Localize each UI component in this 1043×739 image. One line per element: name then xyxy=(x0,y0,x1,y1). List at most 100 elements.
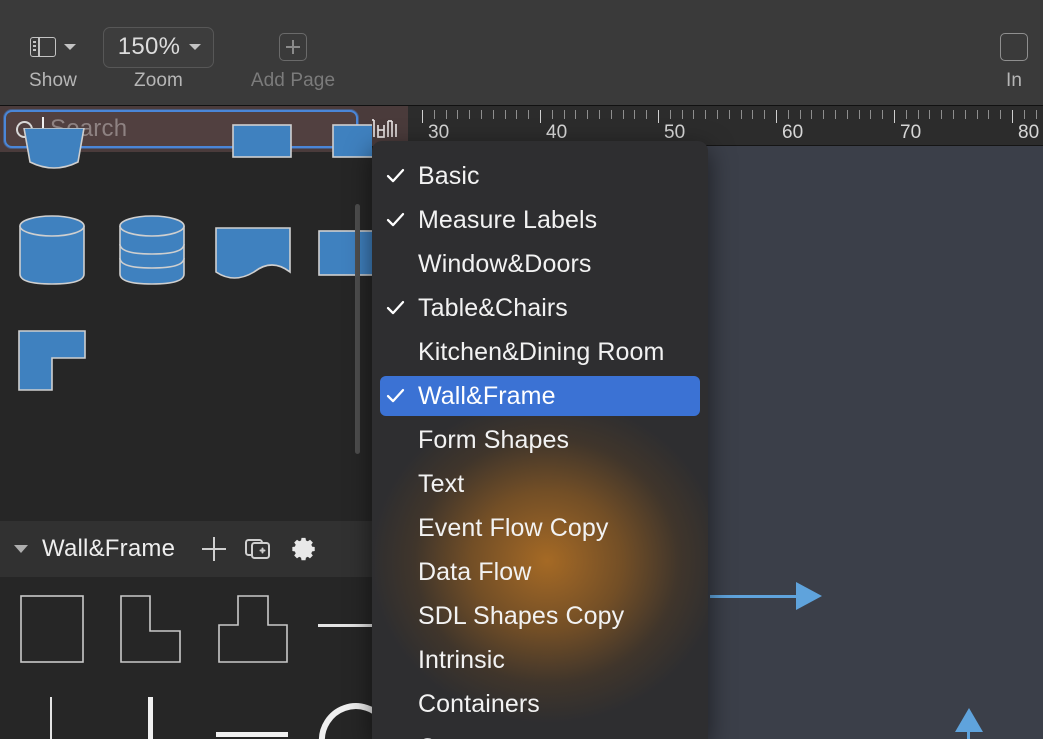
arc-wall-shape[interactable] xyxy=(318,701,372,739)
horizontal-wall-shape[interactable] xyxy=(318,619,372,633)
stacked-cylinder-shape[interactable] xyxy=(118,214,188,286)
chevron-down-icon[interactable] xyxy=(189,43,202,50)
menu-item[interactable]: Form Shapes xyxy=(372,418,708,462)
ruler-minor-tick xyxy=(858,110,860,119)
ruler-minor-tick xyxy=(787,110,789,119)
ruler-minor-tick xyxy=(516,110,518,119)
check-icon xyxy=(386,167,405,186)
check-icon xyxy=(386,211,405,230)
inspector-icon[interactable] xyxy=(1000,33,1028,61)
ruler-major-tick xyxy=(658,110,659,123)
cylinder-shape[interactable] xyxy=(18,214,88,286)
ruler-tick-label: 60 xyxy=(782,122,804,143)
ruler-minor-tick xyxy=(705,110,707,119)
ruler-minor-tick xyxy=(870,110,872,119)
ruler-minor-tick xyxy=(717,110,718,119)
toolbar-add-page-label: Add Page xyxy=(250,70,336,91)
ruler-minor-tick xyxy=(953,110,954,119)
toolbar-inspector-group[interactable]: In xyxy=(979,24,1043,92)
ruler-minor-tick xyxy=(728,110,730,119)
ruler-minor-tick xyxy=(811,110,813,119)
document-shape[interactable] xyxy=(214,226,292,284)
zoom-value: 150% xyxy=(117,32,181,60)
ruler-minor-tick xyxy=(469,110,471,119)
menu-item[interactable]: Event Flow Copy xyxy=(372,506,708,550)
menu-item[interactable]: Text xyxy=(372,462,708,506)
ruler-minor-tick xyxy=(799,110,801,119)
menu-item[interactable]: Containers xyxy=(372,682,708,726)
ruler-minor-tick xyxy=(752,110,754,119)
trapezoid-shape[interactable] xyxy=(18,128,90,186)
ruler-minor-tick xyxy=(941,110,943,119)
shape-grid-wall-frame[interactable] xyxy=(0,577,372,739)
ruler-minor-tick xyxy=(835,110,836,119)
duplicate-icon[interactable] xyxy=(243,534,273,564)
shape-library-panel[interactable]: Search Wall&Frame xyxy=(0,106,372,739)
chevron-down-icon[interactable] xyxy=(14,545,28,553)
ruler-minor-tick xyxy=(646,110,648,119)
rectangle-shape-cut[interactable] xyxy=(232,124,292,160)
shape-library-icon[interactable] xyxy=(368,117,400,139)
ruler-major-tick xyxy=(1012,110,1013,123)
rectangle-frame-shape[interactable] xyxy=(20,595,84,663)
ruler-minor-tick xyxy=(551,110,553,119)
ruler-minor-tick xyxy=(634,110,636,119)
zoom-dropdown[interactable]: 150% xyxy=(102,26,215,68)
sidebar-toggle-icon[interactable] xyxy=(30,37,56,57)
ruler-minor-tick xyxy=(740,110,742,119)
ruler-minor-tick xyxy=(917,110,919,119)
toolbar-zoom-label: Zoom xyxy=(134,70,183,91)
l-wall-shape[interactable] xyxy=(120,595,184,663)
menu-item-label: Intrinsic xyxy=(418,645,506,674)
menu-item-label: Table&Chairs xyxy=(418,293,568,322)
l-shape[interactable] xyxy=(18,330,88,392)
ruler-minor-tick xyxy=(882,110,884,119)
incoming-arrow-line xyxy=(710,595,802,598)
shape-grid-previous-section[interactable] xyxy=(0,124,372,454)
menu-item-label: Form Shapes xyxy=(418,425,570,454)
chevron-down-icon[interactable] xyxy=(64,44,76,50)
menu-item-label: SDL Shapes Copy xyxy=(418,601,625,630)
menu-item[interactable]: Basic xyxy=(372,154,708,198)
menu-item[interactable]: Wall&Frame xyxy=(372,374,708,418)
ruler-minor-tick xyxy=(587,110,589,119)
incoming-arrow-head xyxy=(796,582,822,610)
menu-item[interactable]: Connectors xyxy=(372,726,708,739)
menu-item-list[interactable]: Basic Measure Labels Window&Doors Table&Cha… xyxy=(372,154,708,739)
library-scrollbar-thumb[interactable] xyxy=(355,204,360,454)
gear-icon[interactable] xyxy=(289,534,319,564)
menu-item[interactable]: Window&Doors xyxy=(372,242,708,286)
toolbar-add-page-group[interactable]: Add Page xyxy=(224,24,362,92)
ruler-major-tick xyxy=(894,110,895,123)
vertical-wall-thick-shape[interactable] xyxy=(143,697,159,739)
menu-item[interactable]: Intrinsic xyxy=(372,638,708,682)
ruler-minor-tick xyxy=(976,110,978,119)
menu-item[interactable]: Data Flow xyxy=(372,550,708,594)
check-icon xyxy=(386,299,405,318)
ruler-minor-tick xyxy=(575,110,577,119)
horizontal-wall-thick-shape[interactable] xyxy=(216,727,288,739)
menu-item[interactable]: SDL Shapes Copy xyxy=(372,594,708,638)
library-section-header-wall-frame[interactable]: Wall&Frame xyxy=(0,521,372,577)
menu-item[interactable]: Kitchen&Dining Room xyxy=(372,330,708,374)
plus-square-icon[interactable] xyxy=(279,33,307,61)
library-section-title: Wall&Frame xyxy=(42,535,176,562)
menu-item-label: Kitchen&Dining Room xyxy=(418,337,665,366)
menu-item[interactable]: Measure Labels xyxy=(372,198,708,242)
library-selection-menu[interactable]: Basic Measure Labels Window&Doors Table&Cha… xyxy=(372,141,708,739)
plus-icon[interactable] xyxy=(199,534,229,564)
t-wall-shape[interactable] xyxy=(218,595,288,663)
menu-item-label: Basic xyxy=(418,161,480,190)
ruler-minor-tick xyxy=(988,110,990,119)
vertical-wall-thin-shape[interactable] xyxy=(44,697,58,739)
ruler-minor-tick xyxy=(610,110,612,119)
rectangle-shape-cut-2[interactable] xyxy=(332,124,372,160)
toolbar-show-group[interactable]: Show xyxy=(6,24,100,92)
menu-item[interactable]: Table&Chairs xyxy=(372,286,708,330)
rectangle-shape[interactable] xyxy=(318,230,372,276)
ruler-minor-tick xyxy=(1023,110,1025,119)
ruler-minor-tick xyxy=(669,110,671,119)
horizontal-ruler[interactable]: 30 40 50 60 70 80 xyxy=(372,106,1043,146)
outgoing-arrow-head xyxy=(955,708,983,732)
toolbar-zoom-group[interactable]: 150% Zoom xyxy=(96,24,221,92)
